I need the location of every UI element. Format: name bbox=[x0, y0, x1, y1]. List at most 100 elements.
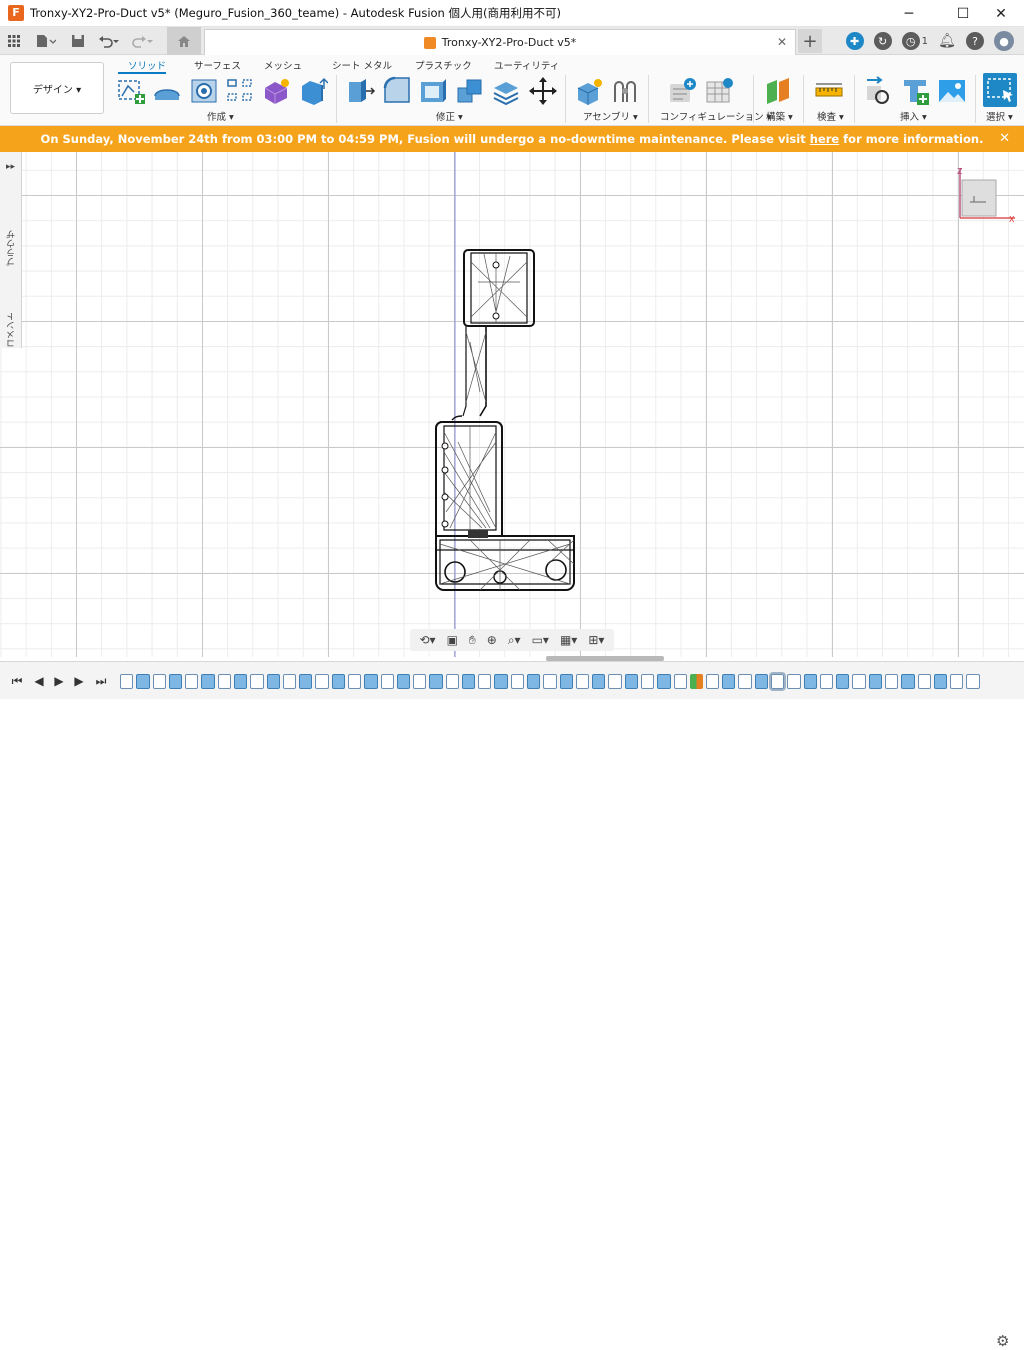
timeline-sketch[interactable] bbox=[705, 673, 720, 689]
notifications-icon[interactable]: 🔔︎ bbox=[938, 32, 956, 50]
timeline-sketch[interactable] bbox=[641, 673, 655, 689]
insert-group-label[interactable]: 挿入 ▾ bbox=[900, 109, 927, 123]
new-component-icon[interactable] bbox=[574, 76, 604, 106]
timeline-extrude[interactable] bbox=[168, 673, 183, 689]
timeline-extrude[interactable] bbox=[722, 673, 736, 689]
timeline-extrude[interactable] bbox=[494, 673, 508, 689]
undo-icon[interactable] bbox=[92, 27, 126, 55]
timeline-settings-gear-icon[interactable]: ⚙ bbox=[996, 1332, 1014, 1350]
joint-icon[interactable] bbox=[610, 76, 640, 106]
redo-icon[interactable] bbox=[126, 27, 160, 55]
timeline-sketch[interactable] bbox=[510, 673, 525, 689]
fit-icon[interactable]: ⌕▾ bbox=[508, 633, 521, 648]
workspace-switcher[interactable]: デザイン ▾ bbox=[10, 62, 104, 114]
online-status-icon[interactable]: ↻ bbox=[873, 32, 892, 50]
timeline-construction-plane[interactable] bbox=[689, 673, 703, 689]
timeline-sketch[interactable] bbox=[819, 673, 834, 689]
move-icon[interactable] bbox=[528, 76, 558, 106]
timeline-extrude[interactable] bbox=[624, 673, 638, 689]
zoom-icon[interactable]: ⊕ bbox=[487, 633, 497, 647]
timeline-extrude[interactable] bbox=[803, 673, 817, 689]
banner-close-icon[interactable]: ✕ bbox=[999, 131, 1010, 146]
close-tab-icon[interactable]: ✕ bbox=[777, 35, 787, 49]
combine-icon[interactable] bbox=[455, 76, 485, 106]
inspect-group-label[interactable]: 検査 ▾ bbox=[817, 109, 844, 123]
timeline-first-icon[interactable]: ⏮︎ bbox=[8, 672, 26, 690]
pan-icon[interactable]: ✋︎ bbox=[469, 633, 476, 648]
timeline-extrude[interactable] bbox=[266, 673, 280, 689]
timeline-extrude[interactable] bbox=[201, 673, 215, 689]
timeline-next-icon[interactable]: ▶︎ bbox=[70, 672, 88, 690]
configure-group-label[interactable]: コンフィギュレーション ▾ bbox=[660, 109, 771, 123]
timeline-play-icon[interactable]: ▶ bbox=[50, 672, 68, 690]
timeline-extrude[interactable] bbox=[836, 673, 850, 689]
insert-mcmaster-icon[interactable] bbox=[900, 76, 930, 106]
timeline-sketch[interactable] bbox=[282, 673, 297, 689]
offset-face-icon[interactable] bbox=[491, 76, 521, 106]
timeline-sketch[interactable] bbox=[347, 673, 362, 689]
timeline-sketch[interactable] bbox=[575, 673, 590, 689]
create-sketch-icon[interactable] bbox=[116, 76, 146, 106]
derive-icon[interactable] bbox=[298, 76, 328, 106]
grid-settings-icon[interactable]: ▦▾ bbox=[560, 633, 577, 647]
timeline-sketch[interactable] bbox=[852, 673, 866, 689]
apps-grid-icon[interactable] bbox=[0, 27, 28, 55]
timeline-extrude[interactable] bbox=[657, 673, 671, 689]
new-tab-button[interactable]: + bbox=[798, 29, 822, 53]
configuration-table-icon[interactable] bbox=[705, 76, 735, 106]
pattern-icon[interactable] bbox=[225, 76, 255, 106]
user-avatar[interactable]: ● bbox=[994, 31, 1014, 51]
timeline-extrude[interactable] bbox=[754, 673, 768, 689]
measure-icon[interactable] bbox=[814, 76, 844, 106]
timeline-extrude[interactable] bbox=[592, 673, 606, 689]
extensions-icon[interactable]: ✚ bbox=[845, 32, 864, 50]
tab-mesh[interactable]: メッシュ bbox=[264, 58, 302, 72]
tab-plastic[interactable]: プラスチック bbox=[415, 58, 472, 72]
construct-group-label[interactable]: 構築 ▾ bbox=[766, 109, 793, 123]
timeline-sketch[interactable] bbox=[608, 673, 622, 689]
hole-icon[interactable] bbox=[189, 76, 219, 106]
tab-utilities[interactable]: ユーティリティ bbox=[494, 58, 559, 72]
timeline-extrude[interactable] bbox=[364, 673, 378, 689]
timeline-extrude[interactable] bbox=[233, 673, 248, 689]
expand-panel-icon[interactable]: ▸▸ bbox=[6, 162, 15, 172]
job-status[interactable]: ◷ 1 bbox=[901, 32, 928, 50]
document-tab[interactable]: Tronxy-XY2-Pro-Duct v5* ✕ bbox=[204, 29, 796, 55]
look-at-icon[interactable]: ▣ bbox=[447, 633, 458, 647]
timeline-extrude[interactable] bbox=[559, 673, 573, 689]
display-settings-icon[interactable]: ▭▾ bbox=[532, 633, 549, 647]
minimize-button[interactable]: ─ bbox=[886, 0, 932, 27]
timeline-extrude[interactable] bbox=[527, 673, 541, 689]
assemble-group-label[interactable]: アセンブリ ▾ bbox=[583, 109, 638, 123]
timeline-sketch[interactable] bbox=[152, 673, 166, 689]
help-icon[interactable]: ? bbox=[966, 32, 984, 50]
timeline-extrude[interactable] bbox=[461, 673, 476, 689]
select-group-label[interactable]: 選択 ▾ bbox=[986, 109, 1013, 123]
timeline-sketch[interactable] bbox=[884, 673, 899, 689]
banner-link[interactable]: here bbox=[810, 132, 839, 146]
comments-panel-label[interactable]: コメント bbox=[5, 312, 18, 348]
timeline-shell[interactable] bbox=[950, 673, 964, 689]
tab-solid[interactable]: ソリッド bbox=[128, 58, 166, 72]
duct-model[interactable] bbox=[435, 249, 575, 591]
extrude-icon[interactable] bbox=[152, 76, 182, 106]
home-tab[interactable] bbox=[167, 27, 201, 55]
timeline-sketch[interactable] bbox=[917, 673, 931, 689]
timeline-sketch[interactable] bbox=[738, 673, 752, 689]
timeline-previous-icon[interactable]: ◀ bbox=[30, 672, 48, 690]
timeline-extrude[interactable] bbox=[396, 673, 411, 689]
timeline-sketch[interactable] bbox=[768, 671, 787, 691]
shell-icon[interactable] bbox=[418, 76, 448, 106]
timeline-sketch[interactable] bbox=[217, 673, 231, 689]
timeline-sketch[interactable] bbox=[120, 673, 134, 689]
timeline-sketch[interactable] bbox=[380, 673, 394, 689]
close-button[interactable]: ✕ bbox=[978, 0, 1024, 27]
fillet-icon[interactable] bbox=[382, 76, 412, 106]
viewcube[interactable]: Z X bbox=[957, 166, 1017, 226]
tab-surface[interactable]: サーフェス bbox=[194, 58, 241, 72]
save-icon[interactable] bbox=[64, 27, 92, 55]
modify-group-label[interactable]: 修正 ▾ bbox=[436, 109, 463, 123]
viewports-icon[interactable]: ⊞▾ bbox=[588, 633, 604, 647]
offset-plane-icon[interactable] bbox=[763, 76, 793, 106]
timeline-extrude[interactable] bbox=[429, 673, 443, 689]
